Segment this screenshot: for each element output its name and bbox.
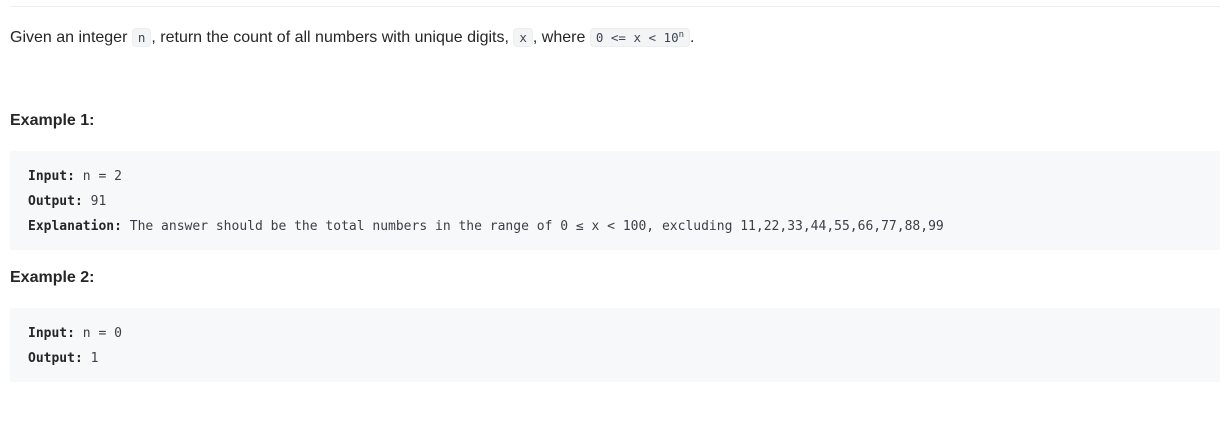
example-1-heading: Example 1: [10, 112, 95, 129]
code-range: 0 <= x < 10n [589, 28, 691, 47]
example-1-output-line: Output: 91 [28, 189, 1202, 214]
top-divider [10, 6, 1220, 7]
input-label: Input: [28, 326, 75, 341]
input-label: Input: [28, 169, 75, 184]
output-value: 91 [90, 194, 107, 209]
code-range-exponent: n [678, 29, 685, 40]
output-label: Output: [28, 351, 83, 366]
example-1-block: Input: n = 2 Output: 91 Explanation: The… [10, 151, 1220, 250]
description-text-4: . [690, 29, 695, 46]
description-text-3: , where [532, 29, 590, 46]
example-2-input-line: Input: n = 0 [28, 321, 1202, 346]
example-2-output-line: Output: 1 [28, 346, 1202, 371]
code-range-base: 0 <= x < 10 [595, 30, 679, 45]
input-value: n = 0 [82, 326, 122, 341]
example-1-explanation-line: Explanation: The answer should be the to… [28, 214, 1202, 239]
code-x: x [513, 28, 533, 47]
description-text-1: Given an integer [10, 29, 132, 46]
example-1-input-line: Input: n = 2 [28, 164, 1202, 189]
output-value: 1 [90, 351, 99, 366]
example-2-block: Input: n = 0 Output: 1 [10, 308, 1220, 382]
input-value: n = 2 [82, 169, 122, 184]
example-2-heading: Example 2: [10, 269, 95, 286]
explanation-label: Explanation: [28, 219, 122, 234]
description-text-2: , return the count of all numbers with u… [151, 29, 514, 46]
output-label: Output: [28, 194, 83, 209]
problem-description: Given an integer n, return the count of … [10, 26, 695, 50]
code-n: n [131, 28, 152, 47]
explanation-value: The answer should be the total numbers i… [129, 219, 944, 234]
